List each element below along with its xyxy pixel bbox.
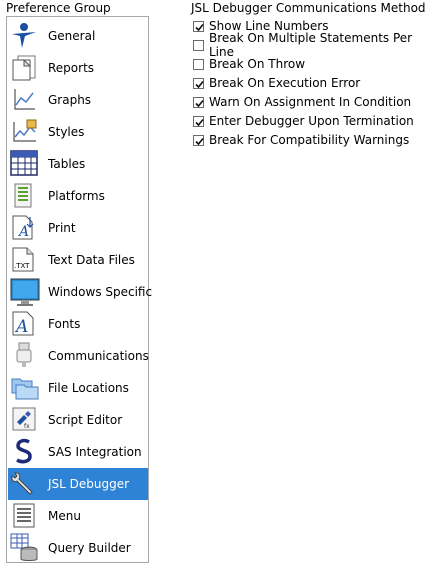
pref-item-tables[interactable]: Tables [8, 148, 148, 180]
option-warn-on-assignment[interactable]: Warn On Assignment In Condition [193, 93, 411, 111]
text-data-files-icon: .TXT [8, 244, 40, 276]
pref-item-label: File Locations [48, 381, 129, 395]
checkbox-checked[interactable] [193, 20, 204, 32]
pref-item-print[interactable]: A Print [8, 212, 148, 244]
pref-item-label: Script Editor [48, 413, 123, 427]
checkbox-checked[interactable] [193, 77, 204, 89]
pref-item-fonts[interactable]: A Fonts [8, 308, 148, 340]
pref-item-label: Print [48, 221, 76, 235]
pref-item-graphs[interactable]: Graphs [8, 84, 148, 116]
jsl-debugger-icon [8, 468, 40, 500]
svg-text:A: A [17, 224, 29, 240]
checkbox-checked[interactable] [193, 115, 204, 127]
pref-item-label: Reports [48, 61, 95, 75]
option-label: Break For Compatibility Warnings [209, 133, 410, 147]
reports-icon [8, 52, 40, 84]
svg-text:A: A [14, 317, 28, 337]
pref-item-menu[interactable]: Menu [8, 500, 148, 532]
checkbox-checked[interactable] [193, 96, 204, 108]
pref-item-label: Tables [48, 157, 86, 171]
option-break-on-multiple-statements[interactable]: Break On Multiple Statements Per Line [193, 31, 428, 59]
jsl-debugger-section-title: JSL Debugger Communications Method [191, 1, 426, 15]
styles-icon [8, 116, 40, 148]
pref-item-styles[interactable]: Styles [8, 116, 148, 148]
pref-item-label: Styles [48, 125, 85, 139]
pref-item-label: Menu [48, 509, 81, 523]
pref-item-label: Fonts [48, 317, 81, 331]
tables-icon [8, 148, 40, 180]
pref-item-label: Graphs [48, 93, 92, 107]
pref-item-label: Communications [48, 349, 149, 363]
checkbox-checked[interactable] [193, 134, 204, 146]
pref-item-label: Query Builder [48, 541, 131, 555]
pref-item-jsl-debugger[interactable]: JSL Debugger [8, 468, 148, 500]
option-label: Break On Throw [209, 57, 306, 71]
option-break-for-compatibility-warnings[interactable]: Break For Compatibility Warnings [193, 131, 409, 149]
pref-item-label: SAS Integration [48, 445, 142, 459]
option-enter-debugger-upon-termination[interactable]: Enter Debugger Upon Termination [193, 112, 414, 130]
fonts-icon: A [8, 308, 40, 340]
communications-icon [8, 340, 40, 372]
platforms-icon [8, 180, 40, 212]
general-icon [8, 20, 40, 52]
pref-item-reports[interactable]: Reports [8, 52, 148, 84]
pref-item-general[interactable]: General [8, 20, 148, 52]
checkbox-unchecked[interactable] [193, 39, 204, 51]
pref-item-file-locations[interactable]: File Locations [8, 372, 148, 404]
query-builder-icon [8, 532, 40, 564]
pref-item-communications[interactable]: Communications [8, 340, 149, 372]
menu-icon [8, 500, 40, 532]
pref-item-label: JSL Debugger [48, 477, 130, 491]
preference-group-list[interactable]: General Reports Graphs Styles Tables Pla… [6, 16, 152, 564]
option-label: Enter Debugger Upon Termination [209, 114, 414, 128]
windows-specific-icon [8, 276, 40, 308]
pref-item-label: General [48, 29, 96, 43]
svg-text:.TXT: .TXT [14, 262, 30, 270]
pref-item-label: Platforms [48, 189, 105, 203]
option-label: Warn On Assignment In Condition [209, 95, 412, 109]
option-break-on-throw[interactable]: Break On Throw [193, 55, 305, 73]
pref-item-platforms[interactable]: Platforms [8, 180, 148, 212]
option-break-on-execution-error[interactable]: Break On Execution Error [193, 74, 360, 92]
pref-item-sas-integration[interactable]: SAS Integration [8, 436, 148, 468]
pref-item-windows-specific[interactable]: Windows Specific [8, 276, 152, 308]
script-editor-icon: fx [8, 404, 40, 436]
pref-item-text-data-files[interactable]: .TXT Text Data Files [8, 244, 148, 276]
graphs-icon [8, 84, 40, 116]
sas-integration-icon [8, 436, 40, 468]
option-label: Break On Execution Error [209, 76, 361, 90]
pref-item-label: Windows Specific [48, 285, 153, 299]
print-icon: A [8, 212, 40, 244]
pref-item-label: Text Data Files [48, 253, 135, 267]
pref-item-query-builder[interactable]: Query Builder [8, 532, 148, 564]
checkbox-unchecked[interactable] [193, 58, 204, 70]
pref-item-script-editor[interactable]: fx Script Editor [8, 404, 148, 436]
preference-group-title: Preference Group [6, 1, 111, 15]
svg-text:fx: fx [24, 423, 30, 430]
file-locations-icon [8, 372, 40, 404]
